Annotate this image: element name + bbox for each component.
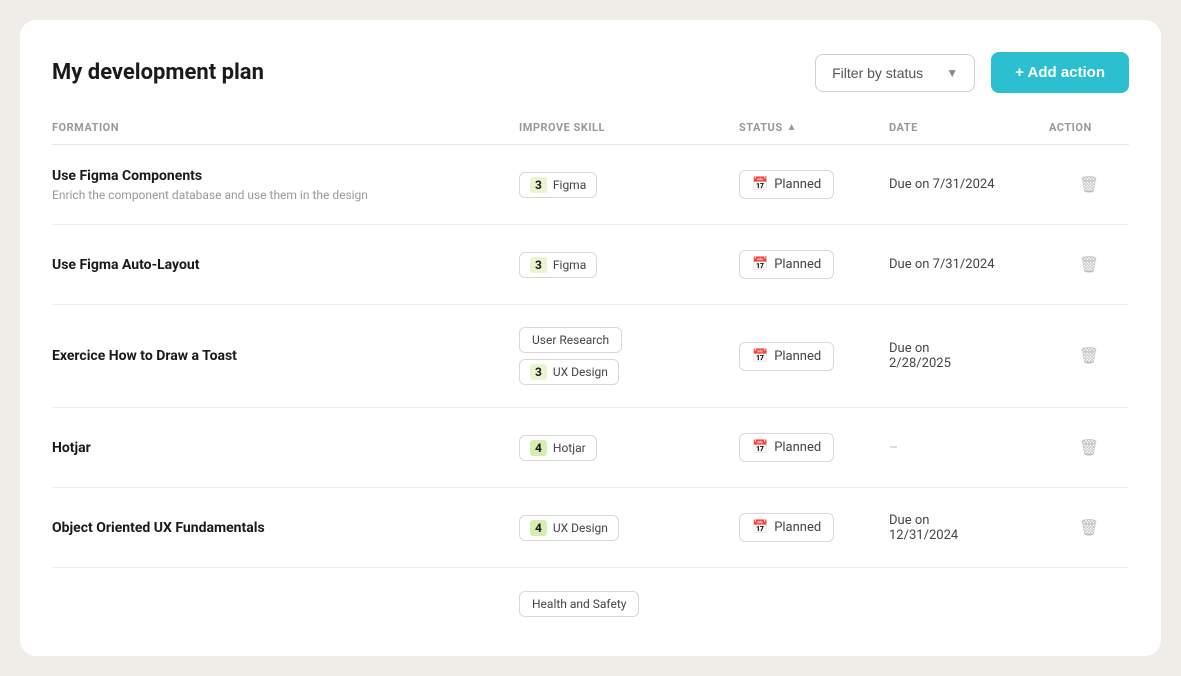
calendar-icon: 📅 bbox=[752, 349, 768, 364]
status-cell: 📅 Planned bbox=[739, 433, 889, 462]
formation-info: Use Figma Auto-Layout bbox=[52, 257, 519, 273]
table-row-partial: Health and Safety bbox=[52, 568, 1129, 618]
formation-title: Use Figma Components bbox=[52, 168, 519, 184]
skill-level: 3 bbox=[530, 257, 547, 273]
chevron-down-icon: ▼ bbox=[946, 66, 958, 80]
formation-info: Use Figma Components Enrich the componen… bbox=[52, 168, 519, 202]
table-header: FORMATION IMPROVE SKILL STATUS ▲ DATE AC… bbox=[52, 121, 1129, 145]
skill-level: 3 bbox=[530, 177, 547, 193]
status-cell: 📅 Planned bbox=[739, 513, 889, 542]
delete-button[interactable]: 🗑 bbox=[1075, 434, 1103, 462]
action-col: 🗑 bbox=[1049, 514, 1129, 542]
date-text: Due on12/31/2024 bbox=[889, 513, 1049, 543]
calendar-icon: 📅 bbox=[752, 177, 768, 192]
skill-label: Hotjar bbox=[553, 441, 586, 455]
formation-desc: Enrich the component database and use th… bbox=[52, 188, 519, 202]
skill-tag: 3 Figma bbox=[519, 172, 597, 198]
date-text: Due on 7/31/2024 bbox=[889, 257, 1049, 272]
delete-button[interactable]: 🗑 bbox=[1075, 171, 1103, 199]
status-label: Planned bbox=[774, 520, 821, 535]
status-badge: 📅 Planned bbox=[739, 513, 834, 542]
formation-info: Object Oriented UX Fundamentals bbox=[52, 520, 519, 536]
page-title: My development plan bbox=[52, 60, 264, 85]
date-text: Due on 7/31/2024 bbox=[889, 177, 1049, 192]
table-row: Object Oriented UX Fundamentals 4 UX Des… bbox=[52, 488, 1129, 568]
add-action-label: + Add action bbox=[1015, 64, 1105, 81]
skill-tags: Health and Safety bbox=[519, 591, 739, 617]
delete-button[interactable]: 🗑 bbox=[1075, 251, 1103, 279]
skill-label: UX Design bbox=[553, 365, 608, 379]
action-col: 🗑 bbox=[1049, 434, 1129, 462]
skill-tag: 4 UX Design bbox=[519, 515, 619, 541]
action-col: 🗑 bbox=[1049, 251, 1129, 279]
skill-tags: User Research 3 UX Design bbox=[519, 327, 739, 385]
skill-label: UX Design bbox=[553, 521, 608, 535]
add-action-button[interactable]: + Add action bbox=[991, 52, 1129, 93]
skill-label: Figma bbox=[553, 178, 586, 192]
date-text: – bbox=[889, 440, 1049, 456]
table-row: Use Figma Auto-Layout 3 Figma 📅 Planned … bbox=[52, 225, 1129, 305]
skill-tags: 3 Figma bbox=[519, 252, 739, 278]
formation-info: Exercice How to Draw a Toast bbox=[52, 348, 519, 364]
formation-title: Use Figma Auto-Layout bbox=[52, 257, 519, 273]
col-header-formation: FORMATION bbox=[52, 121, 519, 134]
col-header-action: ACTION bbox=[1049, 121, 1129, 134]
delete-button[interactable]: 🗑 bbox=[1075, 342, 1103, 370]
date-text: Due on2/28/2025 bbox=[889, 341, 1049, 371]
formation-info: Hotjar bbox=[52, 440, 519, 456]
skill-label: Figma bbox=[553, 258, 586, 272]
status-badge: 📅 Planned bbox=[739, 250, 834, 279]
col-header-date: DATE bbox=[889, 121, 1049, 134]
skill-label: Health and Safety bbox=[532, 597, 626, 611]
skill-tag: 3 UX Design bbox=[519, 359, 619, 385]
col-header-status[interactable]: STATUS ▲ bbox=[739, 121, 889, 134]
skill-tag: 3 Figma bbox=[519, 252, 597, 278]
skill-tag: 4 Hotjar bbox=[519, 435, 597, 461]
skill-label: User Research bbox=[532, 333, 609, 347]
header-actions: Filter by status ▼ + Add action bbox=[815, 52, 1129, 93]
skill-level: 4 bbox=[530, 440, 547, 456]
status-cell: 📅 Planned bbox=[739, 250, 889, 279]
table-row: Exercice How to Draw a Toast User Resear… bbox=[52, 305, 1129, 408]
status-badge: 📅 Planned bbox=[739, 170, 834, 199]
status-label: Planned bbox=[774, 177, 821, 192]
status-label: Planned bbox=[774, 440, 821, 455]
calendar-icon: 📅 bbox=[752, 440, 768, 455]
skill-tags: 3 Figma bbox=[519, 172, 739, 198]
sort-icon: ▲ bbox=[787, 122, 797, 133]
filter-dropdown[interactable]: Filter by status ▼ bbox=[815, 54, 975, 92]
status-cell: 📅 Planned bbox=[739, 342, 889, 371]
status-label: Planned bbox=[774, 349, 821, 364]
skill-tags: 4 Hotjar bbox=[519, 435, 739, 461]
filter-label: Filter by status bbox=[832, 65, 923, 81]
status-label: Planned bbox=[774, 257, 821, 272]
table-row: Hotjar 4 Hotjar 📅 Planned – 🗑 bbox=[52, 408, 1129, 488]
skill-level: 3 bbox=[530, 364, 547, 380]
skill-level: 4 bbox=[530, 520, 547, 536]
action-col: 🗑 bbox=[1049, 171, 1129, 199]
status-badge: 📅 Planned bbox=[739, 342, 834, 371]
page-header: My development plan Filter by status ▼ +… bbox=[52, 52, 1129, 93]
skill-tag-plain: Health and Safety bbox=[519, 591, 639, 617]
calendar-icon: 📅 bbox=[752, 257, 768, 272]
formation-title: Object Oriented UX Fundamentals bbox=[52, 520, 519, 536]
formation-title: Hotjar bbox=[52, 440, 519, 456]
calendar-icon: 📅 bbox=[752, 520, 768, 535]
skill-tag-plain: User Research bbox=[519, 327, 622, 353]
action-col: 🗑 bbox=[1049, 342, 1129, 370]
delete-button[interactable]: 🗑 bbox=[1075, 514, 1103, 542]
status-badge: 📅 Planned bbox=[739, 433, 834, 462]
col-header-skill: IMPROVE SKILL bbox=[519, 121, 739, 134]
main-card: My development plan Filter by status ▼ +… bbox=[20, 20, 1161, 656]
skill-tags: 4 UX Design bbox=[519, 515, 739, 541]
table-row: Use Figma Components Enrich the componen… bbox=[52, 145, 1129, 225]
formation-title: Exercice How to Draw a Toast bbox=[52, 348, 519, 364]
status-cell: 📅 Planned bbox=[739, 170, 889, 199]
